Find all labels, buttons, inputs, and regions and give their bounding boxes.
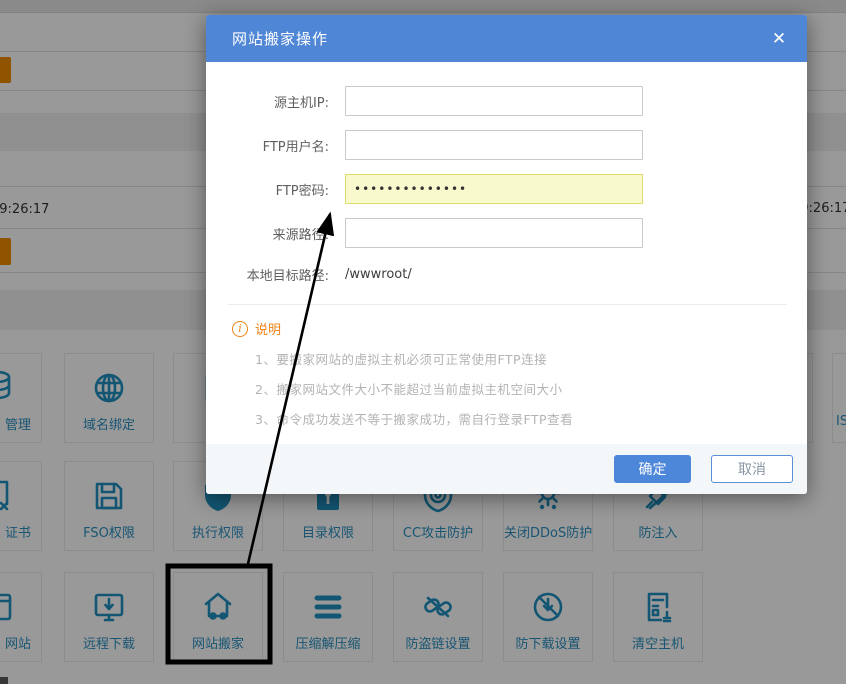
form-row: FTP用户名: bbox=[206, 130, 807, 160]
note-item: 2、搬家网站文件大小不能超过当前虚拟主机空间大小 bbox=[255, 379, 807, 398]
form-row: 来源路径: bbox=[206, 218, 807, 248]
note-item: 3、命令成功发送不等于搬家成功，需自行登录FTP查看 bbox=[255, 409, 807, 428]
source-path-input[interactable] bbox=[345, 218, 643, 248]
close-icon[interactable]: ✕ bbox=[767, 27, 791, 51]
source-path-label: 来源路径: bbox=[206, 224, 345, 243]
note-item: 1、要搬家网站的虚拟主机必须可正常使用FTP连接 bbox=[255, 349, 807, 368]
page: 09:26:17 09:26:17 管理 域名绑定 FT bbox=[0, 0, 846, 684]
note-header: i 说明 bbox=[232, 319, 807, 338]
source-ip-label: 源主机IP: bbox=[206, 92, 345, 111]
target-path-label: 本地目标路径: bbox=[206, 265, 345, 284]
ftp-password-label: FTP密码: bbox=[206, 180, 345, 199]
form-row: 本地目标路径: /wwwroot/ bbox=[206, 262, 807, 286]
dialog-header: 网站搬家操作 ✕ bbox=[206, 15, 807, 62]
info-icon: i bbox=[232, 321, 248, 337]
dialog-title: 网站搬家操作 bbox=[206, 28, 328, 49]
ok-button[interactable]: 确定 bbox=[614, 455, 691, 483]
form-row: 源主机IP: bbox=[206, 86, 807, 116]
dialog-footer: 确定 取消 bbox=[206, 444, 807, 494]
site-mover-dialog: 网站搬家操作 ✕ 源主机IP: FTP用户名: FTP密码: 来源路径: 本地目… bbox=[206, 15, 807, 494]
source-ip-input[interactable] bbox=[345, 86, 643, 116]
ftp-password-input[interactable] bbox=[345, 174, 643, 204]
target-path-value: /wwwroot/ bbox=[345, 267, 412, 282]
note-block: i 说明 1、要搬家网站的虚拟主机必须可正常使用FTP连接 2、搬家网站文件大小… bbox=[206, 305, 807, 428]
form-row: FTP密码: bbox=[206, 174, 807, 204]
ftp-username-input[interactable] bbox=[345, 130, 643, 160]
note-title: 说明 bbox=[255, 319, 281, 338]
cancel-button[interactable]: 取消 bbox=[711, 455, 793, 483]
dialog-body: 源主机IP: FTP用户名: FTP密码: 来源路径: 本地目标路径: /www… bbox=[206, 62, 807, 428]
ftp-username-label: FTP用户名: bbox=[206, 136, 345, 155]
